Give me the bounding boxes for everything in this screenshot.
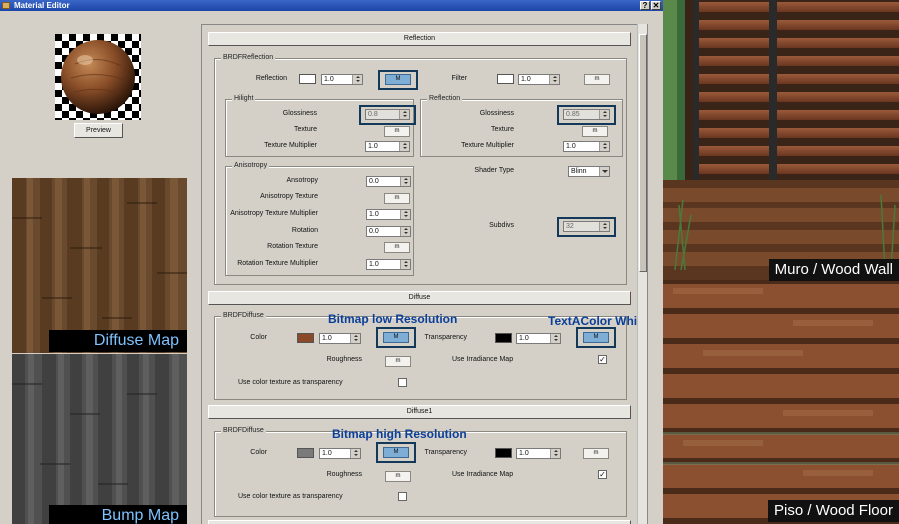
diffuse-color-as-transparency-label: Use color texture as transparency	[238, 379, 343, 386]
section-reflection-header[interactable]: Reflection	[208, 32, 631, 46]
hilight-multiplier-label: Texture Multiplier	[264, 142, 317, 149]
diffuse1-roughness-label: Roughness	[326, 471, 362, 478]
hilight-texture-button[interactable]: m	[384, 126, 410, 137]
diffuse-color-map-button[interactable]: M	[383, 332, 409, 343]
rotation-texture-label: Rotation Texture	[267, 243, 318, 250]
diffuse-transparency-amount-field[interactable]: 1.0	[516, 333, 561, 344]
diffuse1-transparency-amount-field[interactable]: 1.0	[516, 448, 561, 459]
rotation-label: Rotation	[291, 227, 318, 234]
diffuse1-transparency-map-button[interactable]: m	[583, 448, 609, 459]
diffuse1-color-amount-field[interactable]: 1.0	[319, 448, 361, 459]
properties-scrollbar[interactable]	[637, 24, 647, 524]
rotation-texture-button[interactable]: m	[384, 242, 410, 253]
diffuse-color-swatch[interactable]	[297, 333, 314, 343]
diffuse1-irradiance-checkbox[interactable]: ✓	[598, 470, 607, 479]
diffuse-transparency-swatch[interactable]	[495, 333, 512, 343]
scrollbar-thumb[interactable]	[639, 34, 647, 272]
brdf-diffuse-group: BRDFDiffuse	[214, 312, 627, 400]
diffuse-irradiance-checkbox[interactable]: ✓	[598, 355, 607, 364]
reflection-glossiness-label: Glossiness	[479, 110, 514, 117]
diffuse1-roughness-button[interactable]: m	[385, 471, 411, 482]
diffuse-roughness-button[interactable]: m	[385, 356, 411, 367]
reflection-amount-field[interactable]: 1.0	[321, 74, 363, 85]
anisotropy-multiplier-label: Anisotropy Texture Multiplier	[230, 210, 318, 217]
diffuse-map-label: Diffuse Map	[49, 330, 187, 352]
diffuse1-color-label: Color	[250, 449, 267, 456]
diffuse-transparency-map-button[interactable]: M	[583, 332, 609, 343]
section-diffuse1-header[interactable]: Diffuse1	[208, 405, 631, 419]
diffuse1-irradiance-label: Use Irradiance Map	[452, 471, 514, 478]
diffuse1-color-as-transparency-checkbox[interactable]	[398, 492, 407, 501]
diffuse-transparency-label: Transparency	[424, 334, 467, 341]
app-icon	[2, 2, 10, 9]
wood-wall-label: Muro / Wood Wall	[768, 259, 899, 281]
hilight-texture-label: Texture	[294, 126, 317, 133]
filter-label: Filter	[451, 75, 467, 82]
diffuse-color-amount-field[interactable]: 1.0	[319, 333, 361, 344]
group-title: BRDFReflection	[221, 54, 276, 61]
anisotropy-texture-label: Anisotropy Texture	[260, 193, 318, 200]
material-properties-panel: Reflection BRDFReflection Reflection 1.0…	[201, 24, 648, 524]
annotation-bitmap-low: Bitmap low Resolution	[328, 312, 458, 326]
subdivs-field[interactable]: 32	[563, 221, 610, 232]
diffuse1-color-swatch[interactable]	[297, 448, 314, 458]
reflection-texture-label: Texture	[491, 126, 514, 133]
hilight-glossiness-field[interactable]: 0.8	[365, 109, 410, 120]
rotation-multiplier-field[interactable]: 1.0	[366, 259, 411, 270]
rotation-multiplier-label: Rotation Texture Multiplier	[237, 260, 318, 267]
hilight-multiplier-field[interactable]: 1.0	[365, 141, 410, 152]
reflection-label: Reflection	[255, 75, 287, 82]
reflection-glossiness-field[interactable]: 0.85	[563, 109, 610, 120]
annotation-bitmap-high: Bitmap high Resolution	[332, 427, 467, 441]
bump-map-thumbnail: Bump Map	[12, 354, 187, 524]
reflection-color-swatch[interactable]	[299, 74, 316, 84]
bump-map-label: Bump Map	[49, 505, 187, 524]
reflection-multiplier-field[interactable]: 1.0	[563, 141, 610, 152]
hilight-glossiness-label: Glossiness	[282, 110, 317, 117]
material-preview-sphere	[55, 34, 141, 120]
anisotropy-texture-button[interactable]: m	[384, 193, 410, 204]
spinner-arrows[interactable]	[352, 75, 362, 84]
reflection-multiplier-label: Texture Multiplier	[461, 142, 514, 149]
section-next-header[interactable]	[208, 520, 631, 524]
preview-button[interactable]: Preview	[74, 123, 123, 138]
brdf-diffuse1-group: BRDFDiffuse	[214, 427, 627, 517]
rotation-field[interactable]: 0.0	[366, 226, 411, 237]
help-button[interactable]: ?	[640, 1, 650, 10]
filter-color-swatch[interactable]	[497, 74, 514, 84]
section-diffuse-header[interactable]: Diffuse	[208, 291, 631, 305]
diffuse-map-thumbnail: Diffuse Map	[12, 178, 187, 353]
filter-amount-field[interactable]: 1.0	[518, 74, 560, 85]
subdivs-label: Subdivs	[489, 222, 514, 229]
window-title: Material Editor	[14, 1, 70, 10]
anisotropy-multiplier-field[interactable]: 1.0	[366, 209, 411, 220]
reflection-texture-button[interactable]: m	[582, 126, 608, 137]
reflection-map-button[interactable]: M	[385, 74, 411, 85]
shader-type-select[interactable]: Blinn	[568, 166, 610, 177]
chevron-down-icon[interactable]	[599, 167, 609, 176]
diffuse1-color-map-button[interactable]: M	[383, 447, 409, 458]
diffuse1-color-as-transparency-label: Use color texture as transparency	[238, 493, 343, 500]
close-button[interactable]: ✕	[651, 1, 661, 10]
diffuse-color-label: Color	[250, 334, 267, 341]
diffuse1-transparency-label: Transparency	[424, 449, 467, 456]
diffuse-roughness-label: Roughness	[326, 356, 362, 363]
wood-render-photo: Muro / Wood Wall Piso / Wood Floor	[663, 0, 899, 524]
spinner-arrows[interactable]	[549, 75, 559, 84]
anisotropy-label: Ansotropy	[286, 177, 318, 184]
material-preview-column: Preview Diffuse Map Bump Map	[0, 11, 199, 524]
wood-floor-label: Piso / Wood Floor	[768, 500, 899, 522]
window-title-bar: Material Editor ? ✕	[0, 0, 663, 11]
diffuse-color-as-transparency-checkbox[interactable]	[398, 378, 407, 387]
diffuse-irradiance-label: Use Irradiance Map	[452, 356, 514, 363]
shader-type-label: Shader Type	[474, 167, 514, 174]
diffuse1-transparency-swatch[interactable]	[495, 448, 512, 458]
annotation-textacolor: TextAColor White	[548, 314, 648, 328]
filter-map-button[interactable]: m	[584, 74, 610, 85]
anisotropy-field[interactable]: 0.0	[366, 176, 411, 187]
